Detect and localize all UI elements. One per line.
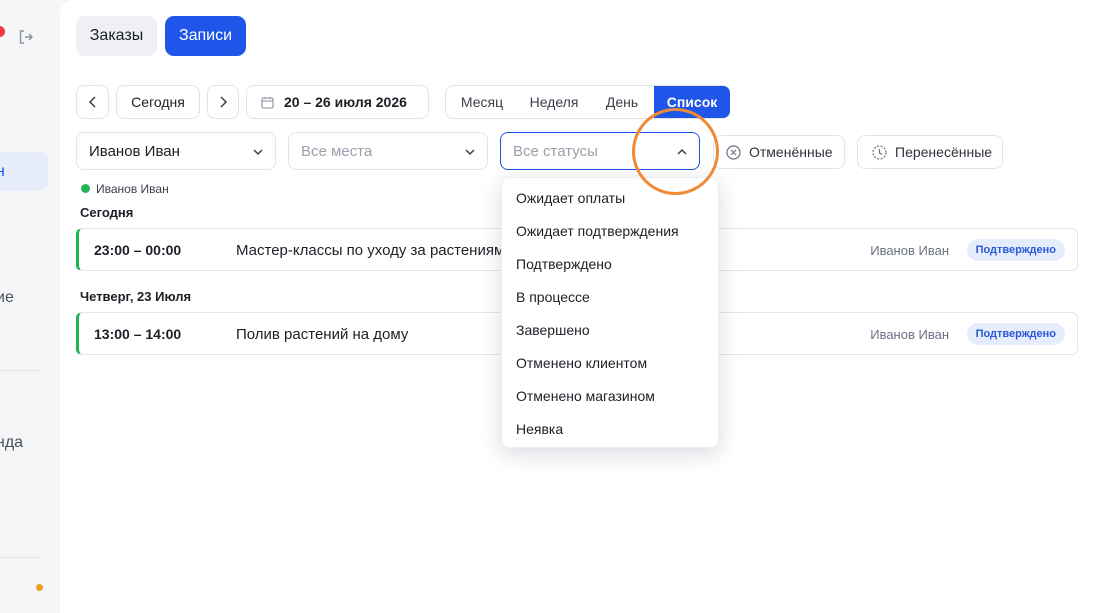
sidebar-active-item[interactable]: н (0, 152, 48, 191)
chevron-down-icon (465, 149, 475, 156)
sidebar-item-label[interactable]: ие (0, 289, 14, 307)
status-badge: Подтверждено (966, 323, 1065, 345)
appointment-title: Полив растений на дому (236, 326, 409, 343)
next-week-button[interactable] (207, 85, 239, 119)
employee-select[interactable]: Иванов Иван (76, 132, 276, 170)
chevron-right-icon (220, 96, 228, 108)
view-week[interactable]: Неделя (518, 86, 590, 118)
status-option-awaiting-payment[interactable]: Ожидает оплаты (516, 190, 625, 206)
places-select-placeholder: Все места (301, 142, 373, 160)
prev-week-button[interactable] (76, 85, 109, 119)
status-dropdown-menu: Ожидает оплаты Ожидает подтверждения Под… (501, 177, 719, 448)
logout-icon[interactable] (18, 29, 34, 45)
appointment-title: Мастер-классы по уходу за растениями (236, 242, 513, 259)
appointment-time: 23:00 – 00:00 (94, 242, 182, 258)
status-option-awaiting-confirmation[interactable]: Ожидает подтверждения (516, 223, 679, 239)
status-option-cancelled-by-shop[interactable]: Отменено магазином (516, 388, 655, 404)
sidebar-item-label[interactable]: нда (0, 434, 23, 452)
view-month[interactable]: Месяц (446, 86, 518, 118)
tab-orders[interactable]: Заказы (76, 16, 157, 56)
day-heading: Сегодня (80, 205, 134, 220)
appointment-person: Иванов Иван (870, 327, 949, 342)
status-option-completed[interactable]: Завершено (516, 322, 590, 338)
view-day[interactable]: День (590, 86, 654, 118)
date-range-picker[interactable]: 20 – 26 июля 2026 (246, 85, 429, 119)
appointment-person: Иванов Иван (870, 243, 949, 258)
rescheduled-label: Перенесённые (895, 144, 993, 160)
status-option-cancelled-by-client[interactable]: Отменено клиентом (516, 355, 647, 371)
sidebar-divider (0, 557, 40, 558)
legend-employee: Иванов Иван (96, 182, 169, 196)
cancel-circle-icon (726, 144, 741, 160)
day-heading: Четверг, 23 Июля (80, 289, 192, 304)
cancelled-label: Отменённые (749, 144, 833, 160)
main-content: Заказы Записи Сегодня 20 – 26 июля 2026 … (60, 0, 1098, 613)
calendar-icon (261, 96, 274, 109)
status-option-confirmed[interactable]: Подтверждено (516, 256, 612, 272)
today-button[interactable]: Сегодня (116, 85, 200, 119)
highlight-ring (632, 108, 719, 195)
chevron-down-icon (253, 149, 263, 156)
chevron-left-icon (88, 96, 96, 108)
status-option-no-show[interactable]: Неявка (516, 421, 563, 437)
employee-color-dot (81, 184, 90, 193)
sidebar-divider (0, 370, 40, 371)
notification-dot (0, 26, 5, 37)
appointment-time: 13:00 – 14:00 (94, 326, 182, 342)
employee-select-value: Иванов Иван (89, 142, 180, 160)
status-dot (36, 584, 43, 591)
status-option-in-progress[interactable]: В процессе (516, 289, 590, 305)
date-range-text: 20 – 26 июля 2026 (284, 94, 407, 110)
clock-icon (872, 144, 887, 160)
status-badge: Подтверждено (966, 239, 1065, 261)
places-select[interactable]: Все места (288, 132, 488, 170)
cancelled-toggle[interactable]: Отменённые (713, 135, 845, 169)
rescheduled-toggle[interactable]: Перенесённые (857, 135, 1003, 169)
tab-records[interactable]: Записи (165, 16, 246, 56)
sidebar: н ие нда (0, 0, 60, 613)
status-select-placeholder: Все статусы (513, 142, 598, 160)
